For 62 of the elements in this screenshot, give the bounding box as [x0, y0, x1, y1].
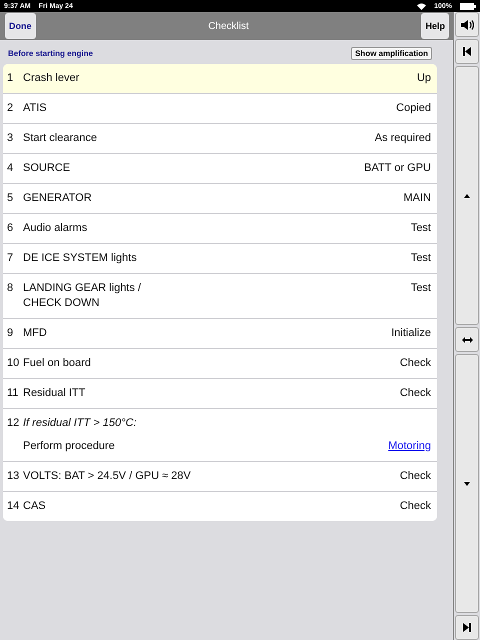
item-value: Check: [400, 356, 431, 371]
item-number: 11: [7, 386, 20, 401]
item-action: DE ICE SYSTEM lights: [23, 251, 138, 266]
swap-side-button[interactable]: [455, 327, 479, 352]
item-number: 6: [7, 221, 14, 236]
item-value: Check: [400, 469, 431, 484]
skip-to-start-icon: [463, 47, 471, 56]
procedure-link[interactable]: Motoring: [388, 439, 431, 454]
battery-icon: [460, 2, 476, 10]
item-action: GENERATOR: [23, 191, 93, 206]
condition-text: If residual ITT > 150°C:: [23, 416, 138, 431]
checklist-row[interactable]: 14 CAS Check: [3, 491, 437, 521]
item-number: 2: [7, 101, 14, 116]
item-value: Initialize: [391, 326, 431, 341]
item-action: Audio alarms: [23, 221, 88, 236]
item-value: Check: [400, 499, 431, 514]
item-action: Crash lever: [23, 71, 80, 86]
show-amplification-button[interactable]: Show amplification: [351, 47, 432, 60]
item-action: Residual ITT: [23, 386, 86, 401]
horizontal-arrows-icon: [462, 336, 472, 342]
item-number: 7: [7, 251, 14, 266]
item-number: 14: [7, 499, 20, 514]
speaker-icon: [460, 18, 474, 30]
item-value: BATT or GPU: [364, 161, 431, 176]
caret-up-icon: [464, 194, 470, 198]
item-value: Test: [410, 281, 431, 296]
checklist-row[interactable]: 1 Crash lever Up: [3, 64, 437, 93]
skip-to-end-icon: [463, 623, 471, 632]
item-value: As required: [374, 131, 431, 146]
item-action: MFD: [23, 326, 48, 341]
item-action: Start clearance: [23, 131, 98, 146]
item-number: 1: [7, 71, 14, 86]
item-action: LANDING GEAR lights / CHECK DOWN: [23, 281, 142, 311]
item-number: 12: [7, 416, 20, 431]
item-number: 13: [7, 469, 20, 484]
item-number: 4: [7, 161, 14, 176]
item-value: Test: [410, 251, 431, 266]
first-item-button[interactable]: [455, 39, 479, 64]
item-value: Copied: [396, 101, 431, 116]
sound-button[interactable]: [455, 12, 479, 37]
item-number: 3: [7, 131, 14, 146]
done-button[interactable]: Done: [5, 13, 36, 39]
item-value: MAIN: [404, 191, 431, 206]
item-action: Perform procedure: [23, 439, 115, 454]
caret-down-icon: [464, 482, 470, 486]
section-title: Before starting engine: [8, 49, 93, 58]
item-action: VOLTS: BAT > 24.5V / GPU ≈ 28V: [23, 469, 192, 484]
last-item-button[interactable]: [455, 615, 479, 640]
item-action: ATIS: [23, 101, 48, 116]
help-button[interactable]: Help: [421, 13, 449, 39]
item-number: 8: [7, 281, 14, 296]
item-value: Test: [410, 221, 431, 236]
item-number: 9: [7, 326, 14, 341]
item-action: Fuel on board: [23, 356, 92, 371]
item-action: SOURCE: [23, 161, 72, 176]
item-action: CAS: [23, 499, 47, 514]
window-title: Checklist: [207, 20, 250, 32]
item-number: 5: [7, 191, 14, 206]
item-value: Check: [400, 386, 431, 401]
item-number: 10: [7, 356, 20, 371]
wifi-icon: [417, 2, 426, 10]
item-value: Up: [416, 71, 431, 86]
